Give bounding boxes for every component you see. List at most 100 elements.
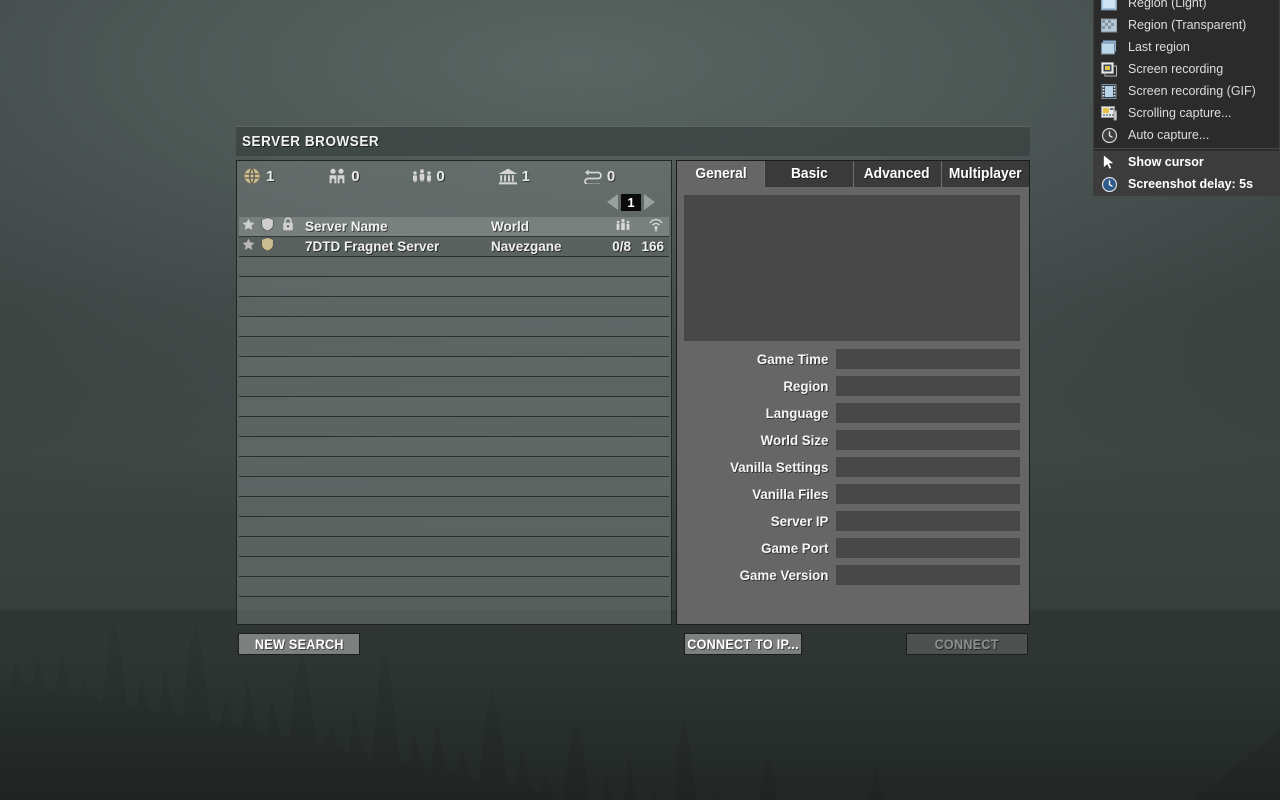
column-world-label: World (491, 218, 529, 234)
connect-button[interactable]: CONNECT (906, 633, 1028, 655)
screenshot-tool-context-menu: Region (Light) Region (Transparent) Last r… (1093, 0, 1280, 196)
field-row: Vanilla Settings (684, 457, 1020, 477)
empty-list-row (239, 377, 669, 397)
empty-list-row (239, 577, 669, 597)
details-tab-bar: General Basic Advanced Multiplayer (677, 161, 1029, 187)
menu-item-auto-capture[interactable]: Auto capture... (1094, 124, 1279, 146)
field-label: Region (783, 378, 829, 394)
filter-recent[interactable]: 0 (582, 166, 667, 186)
filter-all-servers[interactable]: 1 (241, 166, 326, 186)
filter-bar: 1 0 0 1 0 (237, 161, 671, 191)
field-value (836, 511, 1020, 531)
menu-item-label: Screen recording (1128, 62, 1224, 76)
field-value (836, 484, 1020, 504)
menu-item-label: Last region (1128, 40, 1190, 54)
tab-advanced[interactable]: Advanced (853, 161, 942, 187)
next-page-arrow-icon[interactable] (644, 194, 655, 210)
column-server-name-label: Server Name (305, 218, 388, 234)
field-row: Language (684, 403, 1020, 423)
server-list-panel: 10010 1 Server Name World 7DTD Fragnet Ser… (236, 160, 672, 625)
column-lock-icon[interactable] (277, 217, 299, 236)
row-ping: 166 (631, 238, 669, 256)
column-ping-icon[interactable] (631, 217, 669, 237)
tab-general[interactable]: General (677, 161, 766, 187)
tab-label: Multiplayer (949, 166, 1022, 182)
field-value (836, 565, 1020, 585)
filter-count: 1 (521, 167, 530, 185)
row-shield-icon (258, 237, 277, 256)
field-label: Server IP (770, 513, 829, 529)
menu-item-region-light[interactable]: Region (Light) (1094, 0, 1279, 14)
field-row: World Size (684, 430, 1020, 450)
filter-friends[interactable]: 0 (326, 166, 411, 186)
action-button-row: NEW SEARCH CONNECT TO IP... CONNECT (236, 633, 1030, 657)
field-row: Game Version (684, 565, 1020, 585)
menu-item-label: Screen recording (GIF) (1128, 84, 1256, 98)
column-players-icon[interactable] (587, 218, 631, 236)
field-label: World Size (760, 432, 829, 448)
new-search-button[interactable]: NEW SEARCH (238, 633, 360, 655)
field-label: Vanilla Settings (730, 459, 829, 475)
connect-to-ip-button[interactable]: CONNECT TO IP... (684, 633, 802, 655)
menu-item-label: Scrolling capture... (1128, 106, 1232, 120)
menu-item-scrolling-capture[interactable]: Scrolling capture... (1094, 102, 1279, 124)
field-value (836, 538, 1020, 558)
menu-item-screenshot-delay-5s[interactable]: Screenshot delay: 5s (1094, 173, 1279, 195)
prev-page-arrow-icon[interactable] (607, 194, 618, 210)
new-search-label: NEW SEARCH (254, 636, 344, 652)
crowd-icon (411, 166, 433, 186)
filter-official[interactable]: 1 (497, 166, 582, 186)
clock-delay-icon (1098, 175, 1120, 193)
empty-list-row (239, 277, 669, 297)
menu-item-label: Auto capture... (1128, 128, 1210, 142)
table-header-row: Server Name World (239, 217, 669, 237)
menu-item-screen-recording-gif[interactable]: Screen recording (GIF) (1094, 80, 1279, 102)
connect-to-ip-label: CONNECT TO IP... (687, 636, 799, 652)
menu-item-label: Region (Light) (1128, 0, 1207, 10)
filter-count: 0 (606, 167, 616, 185)
menu-item-last-region[interactable]: Last region (1094, 36, 1279, 58)
field-label: Vanilla Files (752, 486, 829, 502)
film-strip-icon (1098, 82, 1120, 100)
server-table: Server Name World 7DTD Fragnet Server Navez… (239, 217, 669, 622)
tab-label: General (694, 166, 747, 182)
field-value (836, 403, 1020, 423)
menu-item-screen-recording[interactable]: Screen recording (1094, 58, 1279, 80)
tab-basic[interactable]: Basic (765, 161, 854, 187)
filter-count: 0 (436, 167, 445, 185)
empty-list-row (239, 537, 669, 557)
scrolling-capture-icon (1098, 104, 1120, 122)
field-label: Game Time (756, 351, 829, 367)
empty-list-row (239, 257, 669, 277)
menu-item-region-transparent[interactable]: Region (Transparent) (1094, 14, 1279, 36)
friends-icon (326, 166, 348, 186)
empty-list-row (239, 557, 669, 577)
column-world[interactable]: World (491, 218, 587, 236)
tab-multiplayer[interactable]: Multiplayer (941, 161, 1029, 187)
page-number[interactable]: 1 (621, 193, 641, 211)
filter-favorites-group[interactable]: 0 (411, 166, 496, 186)
empty-list-row (239, 457, 669, 477)
menu-item-label: Region (Transparent) (1128, 18, 1247, 32)
empty-list-row (239, 517, 669, 537)
empty-list-row (239, 397, 669, 417)
row-server-name-label: 7DTD Fragnet Server (305, 238, 440, 254)
empty-list-row (239, 317, 669, 337)
field-row: Region (684, 376, 1020, 396)
loop-icon (582, 166, 604, 186)
row-players: 0/8 (587, 238, 631, 256)
row-world-label: Navezgane (491, 238, 562, 254)
row-server-name: 7DTD Fragnet Server (299, 238, 491, 256)
table-row[interactable]: 7DTD Fragnet Server Navezgane 0/8 166 (239, 237, 669, 257)
pagination: 1 (237, 191, 671, 213)
column-server-name[interactable]: Server Name (299, 218, 491, 236)
field-row: Game Port (684, 538, 1020, 558)
window-title-bar: SERVER BROWSER (236, 126, 1030, 156)
field-value (836, 457, 1020, 477)
column-shield-icon[interactable] (258, 217, 277, 236)
filter-count: 1 (266, 167, 275, 185)
row-favorite-icon[interactable] (239, 238, 258, 256)
menu-item-show-cursor[interactable]: Show cursor (1094, 151, 1279, 173)
column-favorite-icon[interactable] (239, 218, 258, 236)
tab-label: Basic (790, 166, 828, 182)
